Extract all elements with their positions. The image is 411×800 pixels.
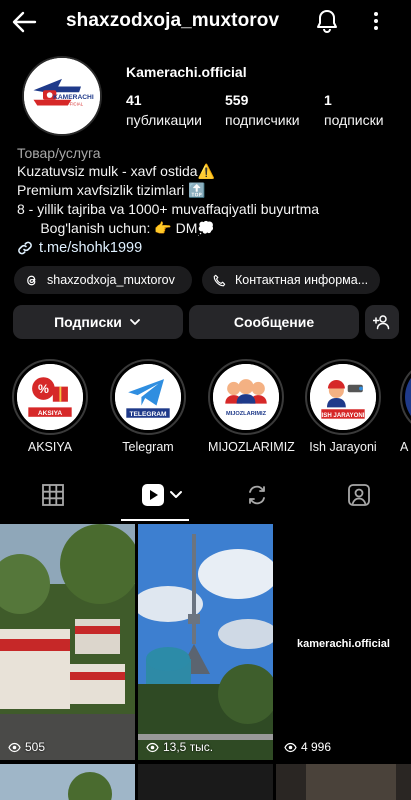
thumbnail-image bbox=[0, 764, 135, 800]
view-count: 4 996 bbox=[284, 740, 331, 754]
profile-username: shaxzodxoja_muxtorov bbox=[66, 10, 280, 31]
display-name: Kamerachi.official bbox=[126, 64, 247, 80]
profile-category: Товар/услуга bbox=[17, 145, 101, 161]
phone-icon bbox=[213, 274, 226, 286]
back-arrow-icon[interactable] bbox=[10, 8, 38, 36]
watermark-text: kamerachi.official bbox=[297, 638, 390, 650]
message-button[interactable]: Сообщение bbox=[189, 305, 359, 339]
bio-line: Bog'lanish uchun: 👉 DM💭 bbox=[17, 220, 215, 236]
following-count[interactable]: 1 подписки bbox=[324, 92, 384, 131]
reposts-tab-icon[interactable] bbox=[244, 482, 270, 508]
followers-count[interactable]: 559 подписчики bbox=[225, 92, 300, 131]
more-options-icon[interactable] bbox=[366, 8, 386, 34]
chevron-down-icon bbox=[129, 319, 140, 325]
threads-chip[interactable]: shaxzodxoja_muxtorov bbox=[14, 266, 192, 294]
reel-thumbnail[interactable] bbox=[138, 764, 273, 800]
thumbnail-image bbox=[0, 524, 135, 760]
bell-icon[interactable] bbox=[314, 8, 340, 34]
eye-icon bbox=[284, 742, 297, 752]
reels-grid: 505 13,5 тыс. kamerachi.official 4 996 bbox=[0, 524, 411, 800]
top-bar: shaxzodxoja_muxtorov bbox=[0, 0, 411, 44]
highlight-label: Ish Jarayoni bbox=[309, 440, 377, 454]
eye-icon bbox=[8, 742, 21, 752]
worker-camera-icon: ISH JARAYONI bbox=[310, 364, 376, 430]
reel-thumbnail[interactable]: kamerachi.official 4 996 bbox=[276, 524, 411, 760]
highlight-telegram[interactable]: TELEGRAM Telegram bbox=[110, 359, 186, 454]
active-tab-indicator bbox=[121, 519, 189, 521]
grid-tab-icon[interactable] bbox=[40, 482, 66, 508]
reel-thumbnail[interactable] bbox=[276, 764, 411, 800]
threads-icon bbox=[27, 275, 36, 285]
profile-tabs bbox=[0, 470, 411, 522]
thumbnail-image bbox=[138, 764, 273, 800]
reel-thumbnail[interactable]: 505 bbox=[0, 524, 135, 760]
thumbnail-image bbox=[276, 764, 411, 800]
ish-jarayoni-cover-text: ISH JARAYONI bbox=[322, 412, 365, 419]
contact-chip-label: Контактная информа... bbox=[235, 273, 369, 287]
contact-info-chip[interactable]: Контактная информа... bbox=[202, 266, 380, 294]
bio-line: Kuzatuvsiz mulk - xavf ostida⚠️ bbox=[17, 163, 215, 179]
bio-line: 8 - yillik tajriba va 1000+ muvaffaqiyat… bbox=[17, 201, 320, 217]
link-icon bbox=[18, 241, 32, 255]
telegram-icon: TELEGRAM bbox=[115, 364, 181, 430]
reels-tab-icon[interactable] bbox=[140, 482, 186, 508]
aksiya-cover-text: AKSIYA bbox=[38, 410, 63, 417]
view-count: 13,5 тыс. bbox=[146, 740, 213, 754]
suggested-users-button[interactable] bbox=[365, 305, 399, 339]
profile-link[interactable]: t.me/shohk1999 bbox=[17, 240, 142, 256]
thumbnail-image bbox=[138, 524, 273, 760]
following-button[interactable]: Подписки bbox=[13, 305, 183, 339]
tagged-tab-icon[interactable] bbox=[346, 482, 372, 508]
profile-avatar[interactable]: KAMERACHI OFFICIAL bbox=[22, 56, 102, 136]
highlight-partial[interactable]: A bbox=[400, 359, 411, 454]
highlight-ish-jarayoni[interactable]: ISH JARAYONI Ish Jarayoni bbox=[305, 359, 381, 454]
customers-icon: MIJOZLARIMIZ bbox=[213, 364, 279, 430]
highlight-mijozlarimiz[interactable]: MIJOZLARIMIZ MIJOZLARIMIZ bbox=[208, 359, 295, 454]
eye-icon bbox=[146, 742, 159, 752]
reel-thumbnail[interactable]: 13,5 тыс. bbox=[138, 524, 273, 760]
svg-text:KAMERACHI: KAMERACHI bbox=[53, 94, 94, 101]
posts-count[interactable]: 41 публикации bbox=[126, 92, 202, 131]
view-count: 505 bbox=[8, 740, 45, 754]
bio-line: Premium xavfsizlik tizimlari 🔝 bbox=[17, 182, 206, 198]
highlight-aksiya[interactable]: % AKSIYA AKSIYA bbox=[12, 359, 88, 454]
highlight-label: A bbox=[400, 440, 409, 454]
highlight-label: Telegram bbox=[122, 440, 174, 454]
highlight-label: MIJOZLARIMIZ bbox=[208, 440, 295, 454]
highlight-label: AKSIYA bbox=[27, 440, 73, 454]
svg-text:OFFICIAL: OFFICIAL bbox=[64, 102, 84, 107]
threads-chip-label: shaxzodxoja_muxtorov bbox=[47, 273, 175, 287]
add-person-icon bbox=[373, 315, 390, 330]
mijozlarimiz-cover-text: MIJOZLARIMIZ bbox=[226, 411, 267, 417]
telegram-cover-text: TELEGRAM bbox=[130, 411, 168, 418]
gift-percent-icon: % AKSIYA bbox=[17, 364, 83, 430]
reel-thumbnail[interactable] bbox=[0, 764, 135, 800]
svg-text:%: % bbox=[38, 382, 49, 396]
kamerachi-logo-icon: KAMERACHI OFFICIAL bbox=[24, 58, 100, 134]
link-text: t.me/shohk1999 bbox=[39, 240, 143, 256]
